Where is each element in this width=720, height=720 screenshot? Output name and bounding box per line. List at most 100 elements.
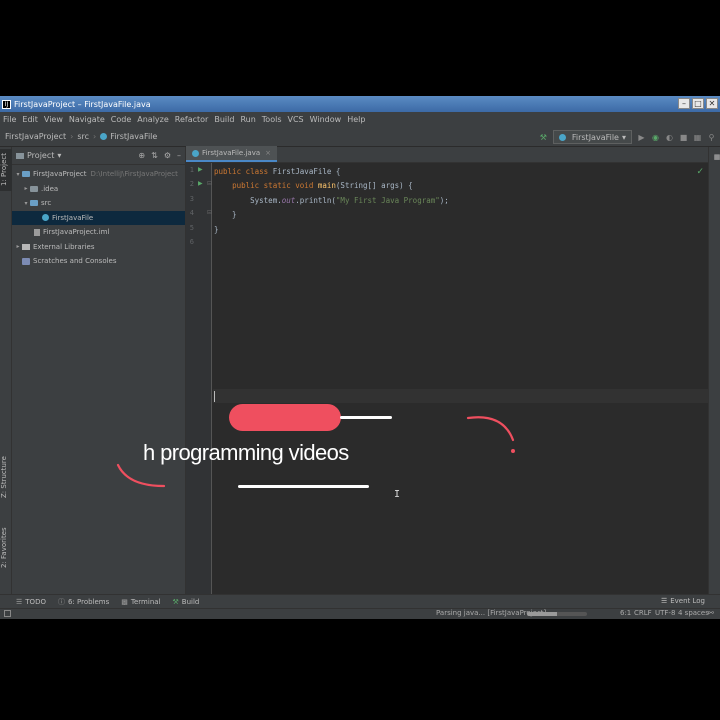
- window-controls: – □ ✕: [678, 98, 718, 109]
- code-line-2: public static void main(String[] args) {: [214, 179, 413, 194]
- menu-help[interactable]: Help: [347, 115, 365, 124]
- tab-structure[interactable]: Z: Structure: [0, 449, 12, 505]
- close-icon[interactable]: ✕: [706, 98, 718, 109]
- current-line-highlight: [213, 389, 708, 403]
- tool-label: TODO: [25, 597, 46, 606]
- project-panel: Project ▾ ⊕ ⇅ ⚙ – ▾ FirstJavaProject D:\…: [12, 147, 186, 594]
- editor-gutter: 1 2 3 4 5 6 ▶ ▶ ⊟ ⊟: [186, 163, 212, 594]
- chevron-down-icon[interactable]: ▾: [14, 171, 22, 178]
- menu-navigate[interactable]: Navigate: [69, 115, 105, 124]
- minimize-icon[interactable]: –: [678, 98, 690, 109]
- tool-build[interactable]: ⚒ Build: [173, 598, 200, 606]
- coverage-icon[interactable]: ◐: [665, 133, 674, 142]
- chevron-down-icon[interactable]: ▾: [22, 200, 30, 207]
- library-icon: [22, 243, 30, 250]
- run-gutter-icon[interactable]: ▶: [198, 166, 203, 173]
- tree-item-scratches[interactable]: Scratches and Consoles: [12, 254, 185, 269]
- close-icon[interactable]: ×: [265, 149, 271, 157]
- run-configuration-select[interactable]: FirstJavaFile ▾: [552, 130, 632, 144]
- indent-setting[interactable]: 4 spaces: [678, 609, 709, 617]
- menu-file[interactable]: File: [3, 115, 16, 124]
- tool-event-log[interactable]: ☰ Event Log: [661, 597, 705, 605]
- tree-item-idea[interactable]: ▸ .idea: [12, 182, 185, 197]
- tab-favorites[interactable]: 2: Favorites: [0, 519, 12, 577]
- tree-label: src: [41, 199, 52, 208]
- line-separator[interactable]: CRLF: [634, 609, 652, 617]
- intellij-icon: IJ: [2, 99, 11, 109]
- right-tool-tab-icon[interactable]: ▦: [709, 153, 720, 161]
- breadcrumb-folder[interactable]: src: [77, 132, 89, 141]
- menu-build[interactable]: Build: [214, 115, 234, 124]
- chevron-right-icon[interactable]: ▸: [14, 243, 22, 250]
- menu-vcs[interactable]: VCS: [288, 115, 304, 124]
- code-keyword: public static void: [232, 181, 318, 190]
- tool-todo[interactable]: ☰ TODO: [16, 598, 46, 606]
- java-class-icon: [558, 133, 566, 141]
- tree-label: Scratches and Consoles: [33, 257, 117, 266]
- maximize-icon[interactable]: □: [692, 98, 704, 109]
- breadcrumb-project[interactable]: FirstJavaProject: [5, 132, 66, 141]
- menu-view[interactable]: View: [44, 115, 63, 124]
- menu-window[interactable]: Window: [310, 115, 342, 124]
- caret-position[interactable]: 6:1: [620, 609, 631, 617]
- menu-code[interactable]: Code: [111, 115, 131, 124]
- mouse-ibeam-cursor-icon: I: [394, 489, 401, 500]
- overlay-line: [340, 416, 392, 419]
- tree-item-libraries[interactable]: ▸ External Libraries: [12, 240, 185, 255]
- menu-edit[interactable]: Edit: [22, 115, 38, 124]
- tree-item-src[interactable]: ▾ src: [12, 196, 185, 211]
- tool-problems[interactable]: ⓘ 6: Problems: [58, 597, 109, 607]
- project-view-select[interactable]: Project: [27, 151, 54, 160]
- tree-label: .idea: [41, 184, 59, 193]
- code-text: );: [439, 196, 449, 205]
- fold-icon[interactable]: ⊟: [207, 209, 212, 216]
- overlay-underline: [238, 485, 369, 488]
- folder-icon: [22, 171, 30, 178]
- layout-toggle-icon[interactable]: [4, 610, 11, 617]
- code-line-1: public class FirstJavaFile {: [214, 165, 340, 180]
- code-line-3: System.out.println("My First Java Progra…: [214, 194, 449, 209]
- project-panel-actions: ⊕ ⇅ ⚙ –: [138, 151, 181, 160]
- menu-run[interactable]: Run: [240, 115, 255, 124]
- window-title: FirstJavaProject – FirstJavaFile.java: [14, 99, 151, 109]
- chevron-down-icon[interactable]: ▾: [57, 151, 61, 160]
- title-bar: IJ FirstJavaProject – FirstJavaFile.java…: [0, 96, 720, 112]
- gear-icon[interactable]: ⚙: [164, 151, 171, 160]
- menu-analyze[interactable]: Analyze: [137, 115, 169, 124]
- folder-icon: [30, 200, 38, 207]
- java-class-icon: [100, 133, 108, 140]
- menu-refactor[interactable]: Refactor: [175, 115, 209, 124]
- tool-terminal[interactable]: ▩ Terminal: [121, 598, 160, 606]
- collapse-all-icon[interactable]: ⇅: [151, 151, 158, 160]
- chevron-right-icon[interactable]: ▸: [22, 185, 30, 192]
- project-structure-icon[interactable]: ▦: [693, 133, 702, 142]
- tab-project[interactable]: 1: Project: [0, 149, 12, 191]
- search-everywhere-icon[interactable]: ⚲: [707, 133, 716, 142]
- run-icon[interactable]: ▶: [637, 133, 646, 142]
- tree-item-file[interactable]: FirstJavaFile: [12, 210, 185, 225]
- breadcrumb-separator-icon: ›: [93, 132, 97, 141]
- build-hammer-icon[interactable]: ⚒: [539, 133, 548, 142]
- tree-label: FirstJavaFile: [52, 213, 94, 222]
- breadcrumb-file[interactable]: FirstJavaFile: [110, 132, 157, 141]
- lock-icon[interactable]: ⚯: [708, 609, 714, 617]
- line-number: 1: [189, 166, 194, 174]
- line-number: 4: [189, 209, 194, 217]
- terminal-icon: ▩: [121, 597, 128, 606]
- menu-tools[interactable]: Tools: [262, 115, 282, 124]
- fold-icon[interactable]: ⊟: [207, 180, 212, 187]
- run-gutter-icon[interactable]: ▶: [198, 180, 203, 187]
- hide-icon[interactable]: –: [177, 151, 181, 160]
- debug-icon[interactable]: ◉: [651, 133, 660, 142]
- tree-item-root[interactable]: ▾ FirstJavaProject D:\IntelliJ\FirstJava…: [12, 167, 185, 182]
- run-config-label: FirstJavaFile: [571, 132, 619, 142]
- stop-icon[interactable]: ■: [679, 133, 688, 142]
- editor-tab-firstjavafile[interactable]: FirstJavaFile.java ×: [186, 146, 277, 162]
- locate-icon[interactable]: ⊕: [138, 151, 145, 160]
- tool-label: Build: [181, 597, 200, 606]
- tool-label: 6: Problems: [67, 597, 110, 606]
- tree-item-iml[interactable]: FirstJavaProject.iml: [12, 225, 185, 240]
- file-encoding[interactable]: UTF-8: [655, 609, 675, 617]
- folder-icon: [30, 185, 38, 192]
